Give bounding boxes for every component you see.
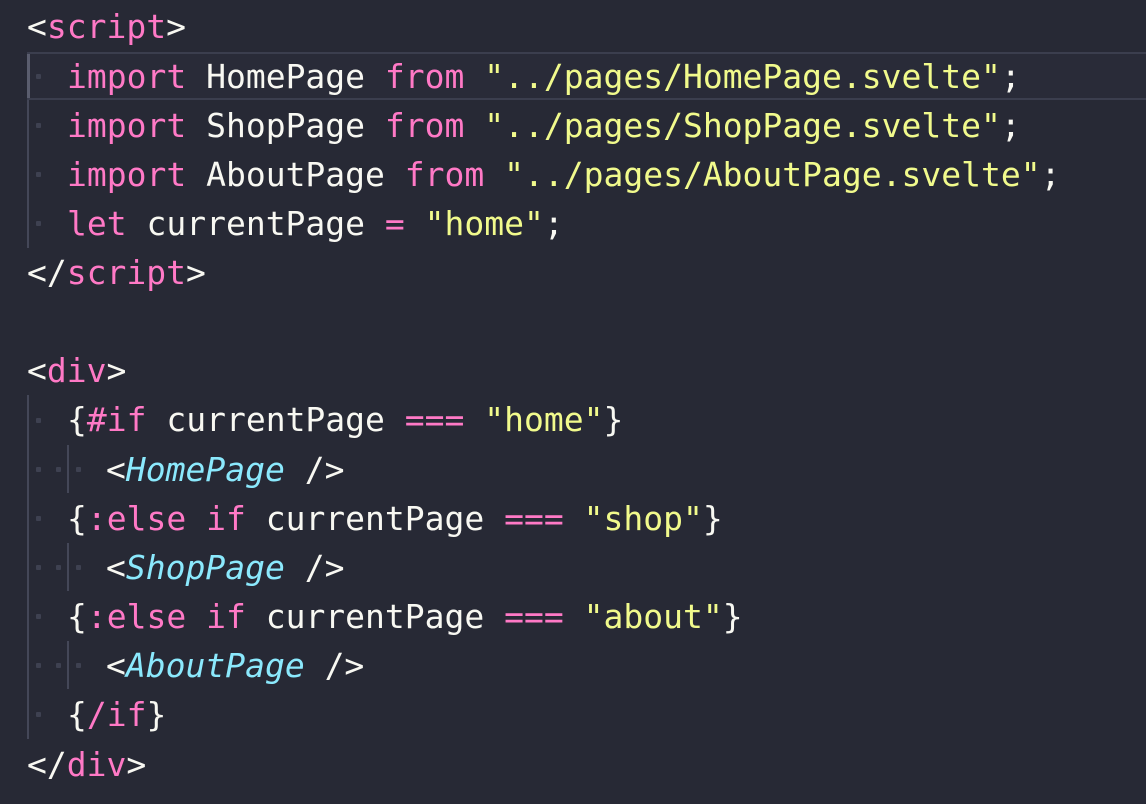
tag-bracket: /> — [324, 646, 365, 685]
tag-bracket: > — [185, 253, 206, 292]
operator: = — [384, 204, 405, 243]
semicolon: ; — [1000, 57, 1021, 96]
string-literal: "../pages/HomePage.svelte" — [484, 57, 1001, 96]
brace: } — [146, 695, 167, 734]
identifier: currentPage — [265, 499, 485, 538]
semicolon: ; — [543, 204, 564, 243]
code-line-14[interactable]: <AboutPage /> — [0, 641, 364, 690]
tag-bracket: < — [27, 351, 47, 390]
semicolon: ; — [1040, 155, 1061, 194]
keyword-else-if: :else if — [86, 597, 246, 636]
identifier: AboutPage — [206, 155, 385, 194]
code-editor[interactable]: <script> import HomePage from "../pages/… — [0, 0, 1146, 804]
brace: { — [67, 499, 87, 538]
semicolon: ; — [1000, 106, 1021, 145]
code-line-5[interactable]: let currentPage = "home"; — [0, 199, 564, 248]
component-name: ShopPage — [125, 548, 285, 587]
string-literal: "home" — [484, 400, 604, 439]
brace: { — [67, 400, 87, 439]
code-line-2[interactable]: import HomePage from "../pages/HomePage.… — [0, 52, 1021, 101]
tag-bracket: > — [166, 7, 186, 46]
tag-name: div — [46, 351, 107, 390]
string-literal: "home" — [424, 204, 544, 243]
tag-bracket: /> — [304, 548, 345, 587]
tag-name: script — [66, 253, 186, 292]
tag-bracket: > — [106, 351, 127, 390]
brace: } — [702, 499, 723, 538]
operator: === — [504, 597, 564, 636]
operator: === — [504, 499, 564, 538]
code-line-7[interactable] — [0, 297, 79, 346]
keyword-else-if: :else if — [86, 499, 246, 538]
identifier: HomePage — [206, 57, 366, 96]
code-line-4[interactable]: import AboutPage from "../pages/AboutPag… — [0, 150, 1060, 199]
identifier: ShopPage — [206, 106, 366, 145]
tag-bracket: < — [106, 548, 126, 587]
tag-bracket: /> — [304, 450, 345, 489]
identifier: currentPage — [265, 597, 485, 636]
code-line-6[interactable]: </script> — [0, 248, 206, 297]
tag-bracket: > — [126, 745, 147, 784]
code-line-12[interactable]: <ShopPage /> — [0, 543, 344, 592]
component-name: HomePage — [125, 450, 285, 489]
tag-bracket: </ — [27, 253, 67, 292]
identifier: currentPage — [166, 400, 385, 439]
code-line-3[interactable]: import ShopPage from "../pages/ShopPage.… — [0, 101, 1021, 150]
brace: { — [67, 695, 87, 734]
code-line-10[interactable]: <HomePage /> — [0, 445, 344, 494]
tag-bracket: < — [106, 450, 126, 489]
code-line-11[interactable]: {:else if currentPage === "shop"} — [0, 494, 723, 543]
keyword-let: let — [67, 204, 127, 243]
keyword-import: import — [67, 106, 187, 145]
brace: } — [722, 597, 743, 636]
keyword-from: from — [404, 155, 485, 194]
string-literal: "../pages/AboutPage.svelte" — [504, 155, 1041, 194]
keyword-import: import — [67, 155, 187, 194]
code-line-1[interactable]: <script> — [0, 2, 186, 51]
tag-bracket: < — [27, 7, 47, 46]
code-line-9[interactable]: {#if currentPage === "home"} — [0, 395, 623, 444]
code-line-13[interactable]: {:else if currentPage === "about"} — [0, 592, 743, 641]
brace: } — [603, 400, 624, 439]
keyword-import: import — [67, 57, 187, 96]
tag-name: script — [46, 7, 167, 46]
brace: { — [67, 597, 87, 636]
identifier: currentPage — [146, 204, 366, 243]
component-name: AboutPage — [125, 646, 305, 685]
code-line-8[interactable]: <div> — [0, 346, 126, 395]
tag-bracket: < — [106, 646, 126, 685]
code-line-16[interactable]: </div> — [0, 740, 146, 789]
keyword-from: from — [384, 57, 465, 96]
keyword-if: #if — [86, 400, 147, 439]
string-literal: "about" — [583, 597, 723, 636]
string-literal: "shop" — [583, 499, 703, 538]
string-literal: "../pages/ShopPage.svelte" — [484, 106, 1001, 145]
tag-bracket: </ — [27, 745, 67, 784]
keyword-end-if: /if — [86, 695, 147, 734]
keyword-from: from — [384, 106, 465, 145]
tag-name: div — [66, 745, 127, 784]
code-line-15[interactable]: {/if} — [0, 690, 166, 739]
operator: === — [404, 400, 465, 439]
